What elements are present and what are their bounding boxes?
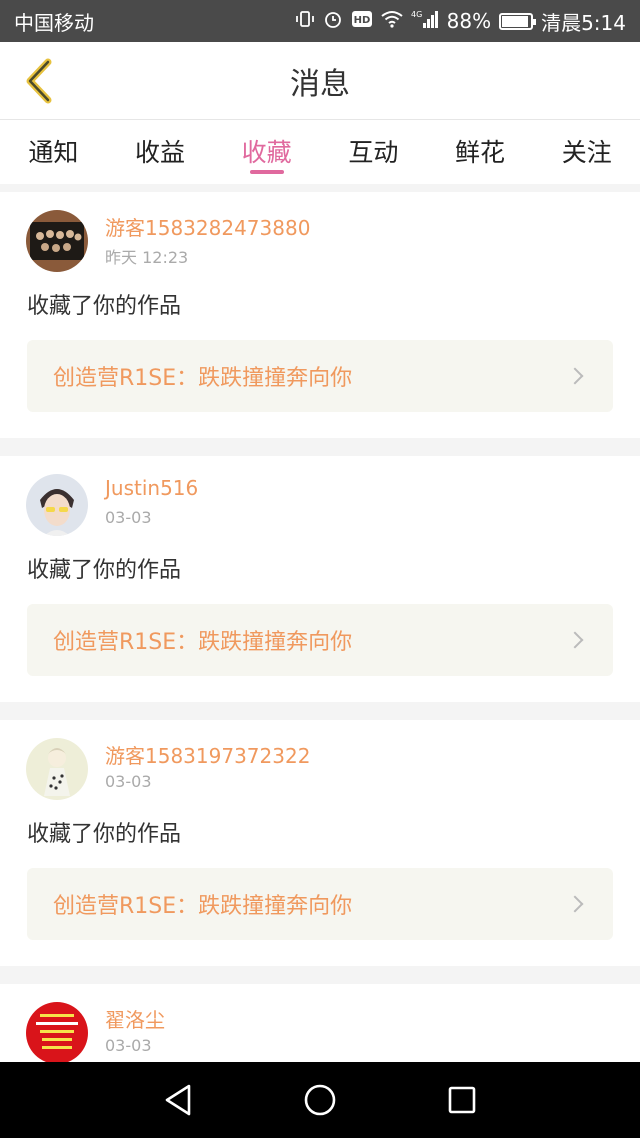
home-circle-icon (304, 1084, 336, 1116)
tab-follows[interactable]: 关注 (533, 120, 640, 184)
tab-notifications[interactable]: 通知 (0, 120, 107, 184)
page-title: 消息 (290, 66, 350, 102)
work-link[interactable]: 创造营R1SE：跌跌撞撞奔向你 (27, 868, 613, 940)
timestamp: 03-03 (105, 772, 152, 791)
username[interactable]: 游客1583197372322 (105, 740, 310, 769)
wifi-icon (381, 10, 403, 32)
tab-favorites[interactable]: 收藏 (213, 120, 320, 184)
work-title: 创造营R1SE：跌跌撞撞奔向你 (53, 366, 353, 391)
back-button[interactable] (14, 56, 64, 106)
system-nav-bar (0, 1062, 640, 1138)
battery-icon (499, 12, 537, 30)
notification-item: 游客1583197372322 03-03 收藏了你的作品 创造营R1SE：跌跌… (0, 720, 640, 966)
back-triangle-icon (165, 1084, 191, 1116)
chevron-right-icon (566, 631, 584, 649)
username[interactable]: 翟洛尘 (105, 1004, 165, 1033)
chevron-right-icon (566, 367, 584, 385)
notification-item: 游客1583282473880 昨天 12:23 收藏了你的作品 创造营R1SE… (0, 192, 640, 438)
notification-item: Justin516 03-03 收藏了你的作品 创造营R1SE：跌跌撞撞奔向你 (0, 456, 640, 702)
status-bar: 中国移动 HD 4G 88% 清晨5:14 (0, 0, 640, 42)
battery-percent: 88% (446, 9, 492, 33)
alarm-icon (323, 9, 343, 33)
avatar[interactable] (26, 738, 88, 800)
action-text: 收藏了你的作品 (27, 294, 182, 319)
signal-icon: 4G (411, 9, 439, 33)
svg-text:HD: HD (353, 15, 370, 26)
tab-bar: 通知 收益 收藏 互动 鲜花 关注 (0, 120, 640, 184)
work-title: 创造营R1SE：跌跌撞撞奔向你 (53, 894, 353, 919)
avatar[interactable] (26, 1002, 88, 1064)
work-title: 创造营R1SE：跌跌撞撞奔向你 (53, 630, 353, 655)
nav-home-button[interactable] (299, 1079, 341, 1121)
chevron-right-icon (566, 895, 584, 913)
work-link[interactable]: 创造营R1SE：跌跌撞撞奔向你 (27, 604, 613, 676)
vibrate-icon (295, 9, 315, 33)
tab-earnings[interactable]: 收益 (107, 120, 214, 184)
recent-square-icon (448, 1086, 476, 1114)
notification-item: 翟洛尘 03-03 (0, 984, 640, 1064)
action-text: 收藏了你的作品 (27, 558, 182, 583)
timestamp: 03-03 (105, 508, 152, 527)
username[interactable]: 游客1583282473880 (105, 212, 310, 241)
nav-recent-button[interactable] (441, 1079, 483, 1121)
clock: 清晨5:14 (541, 10, 626, 35)
chevron-left-icon (26, 58, 52, 104)
hd-icon: HD (351, 10, 373, 32)
svg-text:4G: 4G (411, 10, 422, 19)
nav-back-button[interactable] (157, 1079, 199, 1121)
work-link[interactable]: 创造营R1SE：跌跌撞撞奔向你 (27, 340, 613, 412)
timestamp: 03-03 (105, 1036, 152, 1055)
app-header: 消息 (0, 42, 640, 120)
username[interactable]: Justin516 (105, 476, 198, 500)
tab-flowers[interactable]: 鲜花 (427, 120, 534, 184)
avatar[interactable] (26, 210, 88, 272)
status-icons: HD 4G 88% 清晨5:14 (295, 7, 626, 36)
avatar[interactable] (26, 474, 88, 536)
tab-interactions[interactable]: 互动 (320, 120, 427, 184)
carrier-name: 中国移动 (14, 10, 94, 35)
action-text: 收藏了你的作品 (27, 822, 182, 847)
timestamp: 昨天 12:23 (105, 248, 189, 267)
